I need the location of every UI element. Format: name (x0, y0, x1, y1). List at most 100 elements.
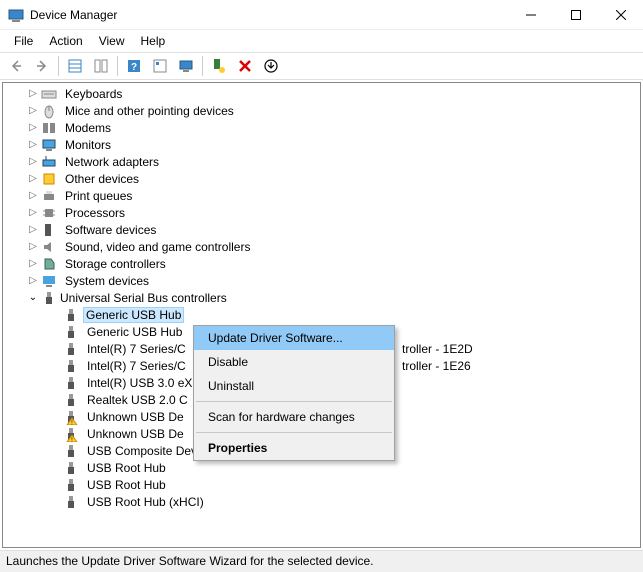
storage-icon (41, 256, 57, 272)
tree-child-node[interactable]: USB Root Hub (7, 476, 640, 493)
menu-separator (196, 432, 392, 433)
usb-icon (63, 375, 79, 391)
chevron-right-icon[interactable]: ▷ (25, 120, 41, 136)
menu-file[interactable]: File (6, 32, 41, 50)
tree-label: Software devices (61, 222, 160, 238)
chevron-right-icon[interactable]: ▷ (25, 239, 41, 255)
tree-label: Modems (61, 120, 115, 136)
tree-node[interactable]: ▷ Software devices (7, 221, 640, 238)
software-icon (41, 222, 57, 238)
modem-icon (41, 120, 57, 136)
tree-label: Mice and other pointing devices (61, 103, 238, 119)
tree-label: Intel(R) USB 3.0 eX (83, 375, 196, 391)
other-icon (41, 171, 57, 187)
tree-label: Other devices (61, 171, 143, 187)
monitor-icon (41, 137, 57, 153)
close-button[interactable] (598, 0, 643, 29)
tree-node[interactable]: ▷ Sound, video and game controllers (7, 238, 640, 255)
svg-text:?: ? (131, 62, 137, 73)
context-menu-item[interactable]: Properties (194, 436, 394, 460)
chevron-right-icon[interactable]: ▷ (25, 205, 41, 221)
device-tree[interactable]: ▷ Keyboards ▷ Mice and other pointing de… (2, 82, 641, 548)
tree-node[interactable]: ▷ Modems (7, 119, 640, 136)
toolbar: ? (0, 52, 643, 80)
usb-warn-icon: ! (63, 426, 79, 442)
delete-button[interactable] (233, 54, 257, 78)
context-menu-item[interactable]: Scan for hardware changes (194, 405, 394, 429)
tree-child-node[interactable]: Generic USB Hub (7, 306, 640, 323)
context-menu-item[interactable]: Disable (194, 350, 394, 374)
usb-icon (63, 307, 79, 323)
app-icon (8, 7, 24, 23)
forward-button[interactable] (30, 54, 54, 78)
show-hide-button[interactable] (63, 54, 87, 78)
tree-label: Keyboards (61, 86, 126, 102)
back-button[interactable] (4, 54, 28, 78)
tree-label: USB Root Hub (83, 477, 170, 493)
statusbar: Launches the Update Driver Software Wiza… (0, 550, 643, 572)
tree-label: Universal Serial Bus controllers (59, 290, 228, 306)
usb-icon (63, 460, 79, 476)
usb-icon (63, 324, 79, 340)
help-button[interactable]: ? (122, 54, 146, 78)
menu-view[interactable]: View (91, 32, 133, 50)
status-text: Launches the Update Driver Software Wiza… (6, 554, 374, 568)
tree-label: Generic USB Hub (83, 307, 184, 323)
minimize-button[interactable] (508, 0, 553, 29)
tree-label: USB Root Hub (83, 460, 170, 476)
tree-label: Monitors (61, 137, 115, 153)
refresh-button[interactable] (207, 54, 231, 78)
tree-node[interactable]: ▷ Mice and other pointing devices (7, 102, 640, 119)
chevron-right-icon[interactable]: ▷ (25, 273, 41, 289)
chevron-right-icon[interactable]: ▷ (25, 256, 41, 272)
tree-node[interactable]: ▷ System devices (7, 272, 640, 289)
chevron-right-icon[interactable]: ▷ (25, 103, 41, 119)
menu-action[interactable]: Action (41, 32, 90, 50)
update-button[interactable] (259, 54, 283, 78)
chevron-right-icon[interactable]: ▷ (25, 222, 41, 238)
tree-label-suffix: troller - 1E2D (402, 342, 473, 356)
monitor-button[interactable] (174, 54, 198, 78)
usb-icon (41, 290, 57, 306)
menubar: File Action View Help (0, 30, 643, 52)
tree-label: Realtek USB 2.0 C (83, 392, 192, 408)
network-icon (41, 154, 57, 170)
mouse-icon (41, 103, 57, 119)
tree-node[interactable]: ▷ Keyboards (7, 85, 640, 102)
chevron-right-icon[interactable]: ▷ (25, 86, 41, 102)
cpu-icon (41, 205, 57, 221)
tree-node[interactable]: ▷ Processors (7, 204, 640, 221)
keyboard-icon (41, 86, 57, 102)
tree-label: Processors (61, 205, 129, 221)
tree-label: Unknown USB De (83, 409, 188, 425)
properties-button[interactable] (89, 54, 113, 78)
chevron-right-icon[interactable]: ▷ (25, 171, 41, 187)
context-menu-item[interactable]: Uninstall (194, 374, 394, 398)
tree-node[interactable]: ▷ Monitors (7, 136, 640, 153)
tree-node[interactable]: ▷ Print queues (7, 187, 640, 204)
tree-label-suffix: troller - 1E26 (402, 359, 471, 373)
menu-help[interactable]: Help (133, 32, 174, 50)
chevron-down-icon[interactable]: ⌄ (25, 290, 41, 306)
chevron-right-icon[interactable]: ▷ (25, 188, 41, 204)
tree-label: Intel(R) 7 Series/C (83, 358, 190, 374)
tree-label: Unknown USB De (83, 426, 188, 442)
tree-label: Network adapters (61, 154, 163, 170)
tree-child-node[interactable]: USB Root Hub (xHCI) (7, 493, 640, 510)
usb-icon (63, 443, 79, 459)
view-button[interactable] (148, 54, 172, 78)
tree-label: Intel(R) 7 Series/C (83, 341, 190, 357)
printer-icon (41, 188, 57, 204)
tree-node[interactable]: ▷ Storage controllers (7, 255, 640, 272)
tree-child-node[interactable]: USB Root Hub (7, 459, 640, 476)
tree-label: USB Root Hub (xHCI) (83, 494, 208, 510)
tree-node[interactable]: ▷ Other devices (7, 170, 640, 187)
tree-node[interactable]: ▷ Network adapters (7, 153, 640, 170)
context-menu-item[interactable]: Update Driver Software... (194, 326, 394, 350)
system-icon (41, 273, 57, 289)
tree-label: System devices (61, 273, 153, 289)
chevron-right-icon[interactable]: ▷ (25, 154, 41, 170)
chevron-right-icon[interactable]: ▷ (25, 137, 41, 153)
maximize-button[interactable] (553, 0, 598, 29)
tree-node-expanded[interactable]: ⌄ Universal Serial Bus controllers (7, 289, 640, 306)
